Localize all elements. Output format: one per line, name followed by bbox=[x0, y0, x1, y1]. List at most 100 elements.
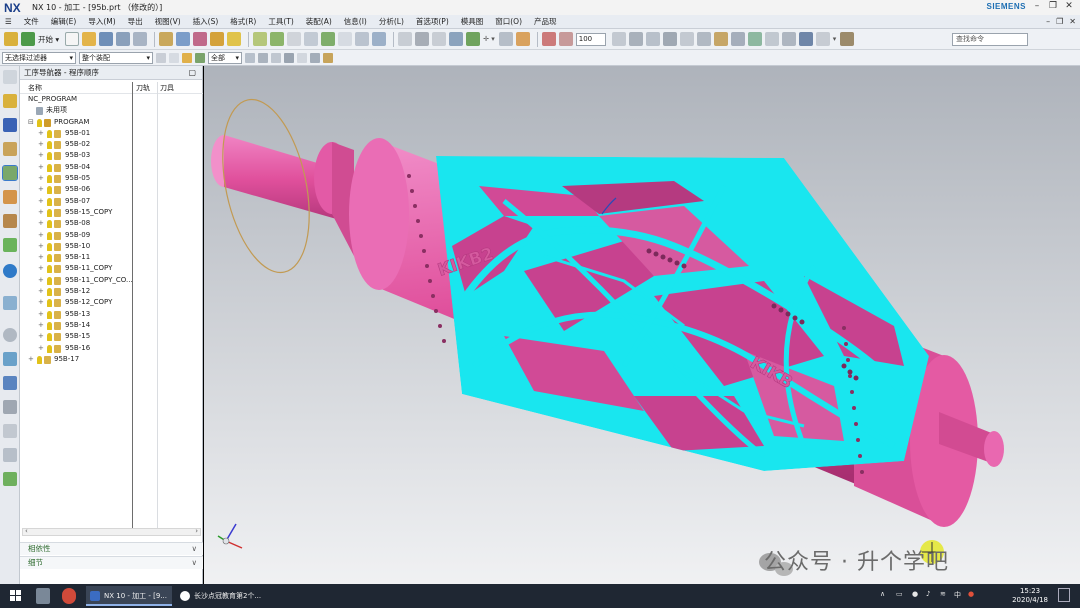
restore-icon[interactable]: ❐ bbox=[1046, 1, 1060, 13]
expand-icon[interactable]: + bbox=[38, 196, 44, 207]
start-icon[interactable] bbox=[21, 32, 35, 46]
menu-insert[interactable]: 插入(S) bbox=[187, 16, 225, 27]
expand-icon[interactable]: + bbox=[38, 252, 44, 263]
column-tool[interactable]: 刀具 bbox=[160, 82, 174, 94]
menu-icon[interactable]: ☰ bbox=[0, 17, 18, 26]
menu-analysis[interactable]: 分析(L) bbox=[373, 16, 410, 27]
part-navigator-icon[interactable] bbox=[3, 94, 17, 108]
scroll-left-icon[interactable]: ‹ bbox=[25, 527, 28, 535]
microphone-icon[interactable]: ● bbox=[912, 590, 918, 598]
expand-icon[interactable]: + bbox=[38, 150, 44, 161]
undo-start-icon[interactable] bbox=[4, 32, 18, 46]
selection-scope-select[interactable]: 整个装配 bbox=[79, 51, 153, 64]
tree-operation[interactable]: +95B-11 bbox=[20, 252, 203, 263]
tree-operation[interactable]: +95B-11_COPY_CO... bbox=[20, 275, 203, 286]
model-viewport[interactable]: KIKB2 KIKB bbox=[204, 66, 1080, 584]
network-icon[interactable]: ▭ bbox=[896, 590, 903, 598]
section-icon[interactable] bbox=[628, 32, 643, 46]
tree-operation[interactable]: +95B-16 bbox=[20, 343, 203, 354]
menu-preferences[interactable]: 首选项(P) bbox=[410, 16, 455, 27]
fit-view-icon[interactable] bbox=[398, 32, 413, 46]
close-icon[interactable]: ✕ bbox=[1062, 1, 1076, 13]
tree-operation[interactable]: +95B-11_COPY bbox=[20, 263, 203, 274]
tree-operation[interactable]: +95B-14 bbox=[20, 320, 203, 331]
drafting-icon[interactable] bbox=[764, 32, 779, 46]
scroll-right-icon[interactable]: › bbox=[195, 527, 198, 535]
system-materials-icon[interactable] bbox=[3, 352, 17, 366]
menu-close-icon[interactable]: ✕ bbox=[1069, 17, 1076, 26]
column-toolpath[interactable]: 刀轨 bbox=[136, 82, 150, 94]
expand-icon[interactable]: + bbox=[38, 207, 44, 218]
zoom-icon[interactable] bbox=[415, 32, 430, 46]
expand-icon[interactable]: + bbox=[38, 173, 44, 184]
volume-icon[interactable]: ♪ bbox=[926, 590, 930, 598]
menu-assembly[interactable]: 装配(A) bbox=[300, 16, 338, 27]
save-view-icon[interactable] bbox=[798, 32, 813, 46]
tree-operation[interactable]: +95B-05 bbox=[20, 173, 203, 184]
tree-operation[interactable]: +95B-15 bbox=[20, 331, 203, 342]
tree-operation[interactable]: +95B-12_COPY bbox=[20, 297, 203, 308]
expand-icon[interactable]: + bbox=[38, 128, 44, 139]
tray-expand-icon[interactable]: ∧ bbox=[880, 590, 885, 598]
menu-minimize-icon[interactable]: – bbox=[1046, 17, 1050, 26]
feature-select-icon[interactable] bbox=[182, 52, 192, 63]
system-scene-icon[interactable] bbox=[3, 424, 17, 438]
operation-navigator-icon[interactable] bbox=[2, 165, 18, 181]
start-button[interactable]: 开始 ▾ bbox=[38, 34, 59, 45]
print-icon[interactable] bbox=[133, 32, 148, 46]
tree-operation[interactable]: +95B-02 bbox=[20, 139, 203, 150]
pan-icon[interactable] bbox=[449, 32, 464, 46]
orient-view-icon[interactable] bbox=[515, 32, 530, 46]
resource-settings-icon[interactable] bbox=[3, 70, 17, 84]
generate-toolpath-icon[interactable] bbox=[253, 32, 268, 46]
expand-icon[interactable]: + bbox=[38, 343, 44, 354]
tree-operation[interactable]: +95B-06 bbox=[20, 184, 203, 195]
web-browser-icon[interactable] bbox=[3, 264, 17, 278]
input-language[interactable]: 中 bbox=[954, 590, 961, 600]
wifi-icon[interactable]: ≋ bbox=[940, 590, 946, 598]
notification-icon[interactable] bbox=[1058, 588, 1070, 602]
snap-point-icon[interactable] bbox=[297, 52, 307, 63]
edge-icon[interactable] bbox=[645, 32, 660, 46]
clock[interactable]: 15:23 2020/4/18 bbox=[1012, 587, 1048, 605]
tree-operation[interactable]: +95B-08 bbox=[20, 218, 203, 229]
wcs-icon[interactable] bbox=[498, 32, 513, 46]
tree-operation[interactable]: +95B-15_COPY bbox=[20, 207, 203, 218]
antivirus-icon[interactable]: ● bbox=[968, 590, 974, 598]
save-as-icon[interactable] bbox=[116, 32, 131, 46]
tree-program[interactable]: ⊟ PROGRAM bbox=[20, 117, 203, 128]
snap-point-select[interactable]: 全部 bbox=[208, 51, 242, 64]
expand-icon[interactable]: + bbox=[28, 354, 34, 365]
constraint-navigator-icon[interactable] bbox=[3, 142, 17, 156]
tree-operation[interactable]: +95B-13 bbox=[20, 309, 203, 320]
tree-operation[interactable]: +95B-07 bbox=[20, 196, 203, 207]
menu-tools[interactable]: 工具(T) bbox=[262, 16, 299, 27]
snap-center-icon[interactable] bbox=[271, 52, 281, 63]
menu-restore-icon[interactable]: ❐ bbox=[1056, 17, 1063, 26]
minimize-icon[interactable]: – bbox=[1030, 1, 1044, 13]
analysis-icon[interactable] bbox=[747, 32, 762, 46]
menu-mold[interactable]: 模具图 bbox=[455, 16, 490, 27]
tree-operation[interactable]: +95B-10 bbox=[20, 241, 203, 252]
chevron-down-icon[interactable]: ∨ bbox=[192, 557, 198, 569]
snap-icon[interactable] bbox=[730, 32, 745, 46]
menu-import[interactable]: 导入(M) bbox=[82, 16, 121, 27]
command-search-input[interactable]: 查找命令 bbox=[952, 33, 1028, 46]
material-icon[interactable] bbox=[713, 32, 728, 46]
process-studio-icon[interactable] bbox=[3, 376, 17, 390]
tree-operation[interactable]: +95B-12 bbox=[20, 286, 203, 297]
output-cls-icon[interactable] bbox=[355, 32, 370, 46]
show-snap-icon[interactable] bbox=[310, 52, 320, 63]
clock-icon[interactable] bbox=[3, 328, 17, 342]
tree-operation[interactable]: +95B-04 bbox=[20, 162, 203, 173]
history-icon[interactable] bbox=[3, 296, 17, 310]
create-operation-icon[interactable] bbox=[227, 32, 242, 46]
expand-icon[interactable]: + bbox=[38, 263, 44, 274]
taskbar-second-task[interactable]: 长沙点冠教育第2个... bbox=[176, 586, 264, 606]
list-toolpath-icon[interactable] bbox=[304, 32, 319, 46]
expand-icon[interactable]: + bbox=[38, 320, 44, 331]
expand-icon[interactable]: + bbox=[38, 184, 44, 195]
tree-operation[interactable]: +95B-01 bbox=[20, 128, 203, 139]
reuse-library-icon[interactable] bbox=[3, 238, 17, 252]
expand-icon[interactable]: + bbox=[38, 230, 44, 241]
